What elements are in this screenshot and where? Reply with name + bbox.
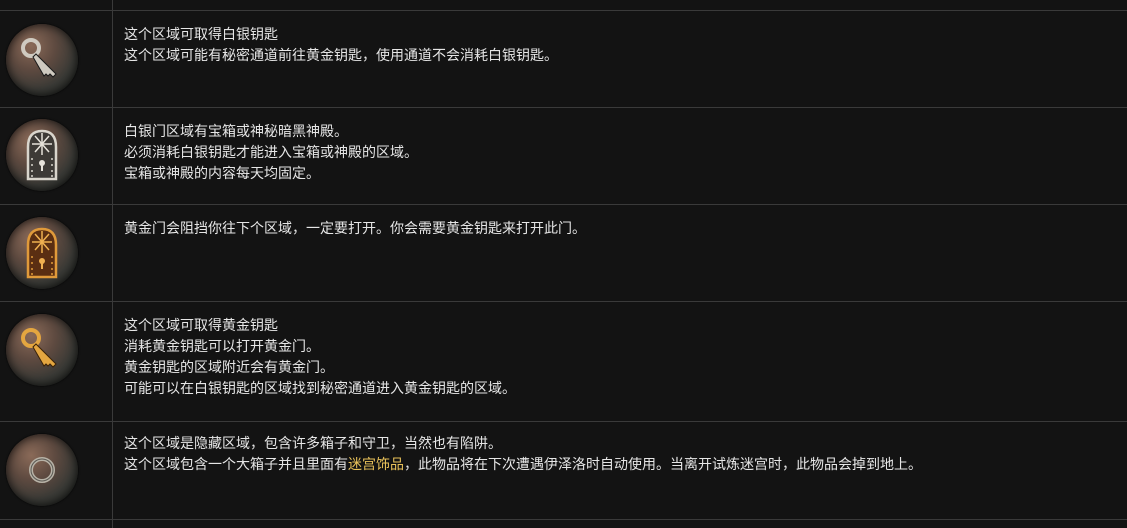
- table-row: 这个区域可取得白银钥匙 这个区域可能有秘密通道前往黄金钥匙，使用通道不会消耗白银…: [0, 10, 1127, 108]
- golden-door-icon: [6, 217, 78, 289]
- icon-cell: [0, 302, 112, 422]
- description-cell: 这个区域是隐藏区域，包含许多箱子和守卫，当然也有陷阱。 这个区域包含一个大箱子并…: [124, 434, 1117, 476]
- description-text: ，此物品将在下次遭遇伊泽洛时自动使用。当离开试炼迷宫时，此物品会掉到地上。: [404, 457, 922, 473]
- table-row: 这个区域可取得黄金钥匙 消耗黄金钥匙可以打开黄金门。 黄金钥匙的区域附近会有黄金…: [0, 301, 1127, 422]
- description-line: 必须消耗白银钥匙才能进入宝箱或神殿的区域。: [124, 145, 418, 161]
- description-cell: 这个区域可取得黄金钥匙 消耗黄金钥匙可以打开黄金门。 黄金钥匙的区域附近会有黄金…: [124, 316, 1117, 400]
- icon-cell: [0, 11, 112, 108]
- icon-cell: [0, 205, 112, 302]
- description-cell: 白银门区域有宝箱或神秘暗黑神殿。 必须消耗白银钥匙才能进入宝箱或神殿的区域。 宝…: [124, 122, 1117, 185]
- description-line: 黄金钥匙的区域附近会有黄金门。: [124, 360, 334, 376]
- golden-key-icon: [6, 314, 78, 386]
- description-cell: 黄金门会阻挡你往下个区域，一定要打开。你会需要黄金钥匙来打开此门。: [124, 219, 1117, 240]
- description-line: 这个区域可取得白银钥匙: [124, 27, 278, 43]
- description-line: 宝箱或神殿的内容每天均固定。: [124, 166, 320, 182]
- icon-cell: [0, 108, 112, 205]
- table-row: 白银门区域有宝箱或神秘暗黑神殿。 必须消耗白银钥匙才能进入宝箱或神殿的区域。 宝…: [0, 107, 1127, 205]
- description-line: 这个区域是隐藏区域，包含许多箱子和守卫，当然也有陷阱。: [124, 436, 502, 452]
- table-row: 这个区域是隐藏区域，包含许多箱子和守卫，当然也有陷阱。 这个区域包含一个大箱子并…: [0, 421, 1127, 520]
- description-line: 白银门区域有宝箱或神秘暗黑神殿。: [124, 124, 348, 140]
- silver-key-icon: [6, 24, 78, 96]
- description-line: 可能可以在白银钥匙的区域找到秘密通道进入黄金钥匙的区域。: [124, 381, 516, 397]
- labyrinth-trinket-highlight: 迷宫饰品: [348, 457, 404, 473]
- description-cell: 这个区域可取得白银钥匙 这个区域可能有秘密通道前往黄金钥匙，使用通道不会消耗白银…: [124, 25, 1117, 67]
- description-line: 这个区域包含一个大箱子并且里面有迷宫饰品，此物品将在下次遭遇伊泽洛时自动使用。当…: [124, 455, 1117, 476]
- icon-cell: [0, 422, 112, 519]
- silver-door-icon: [6, 119, 78, 191]
- description-line: 黄金门会阻挡你往下个区域，一定要打开。你会需要黄金钥匙来打开此门。: [124, 221, 586, 237]
- description-line: 这个区域可能有秘密通道前往黄金钥匙，使用通道不会消耗白银钥匙。: [124, 48, 558, 64]
- description-line: 这个区域可取得黄金钥匙: [124, 318, 278, 334]
- hidden-area-ring-icon: [6, 434, 78, 506]
- table-row: 黄金门会阻挡你往下个区域，一定要打开。你会需要黄金钥匙来打开此门。: [0, 204, 1127, 302]
- description-text: 这个区域包含一个大箱子并且里面有: [124, 457, 348, 473]
- labyrinth-legend-table: 这个区域可取得白银钥匙 这个区域可能有秘密通道前往黄金钥匙，使用通道不会消耗白银…: [0, 0, 1127, 528]
- description-line: 消耗黄金钥匙可以打开黄金门。: [124, 339, 320, 355]
